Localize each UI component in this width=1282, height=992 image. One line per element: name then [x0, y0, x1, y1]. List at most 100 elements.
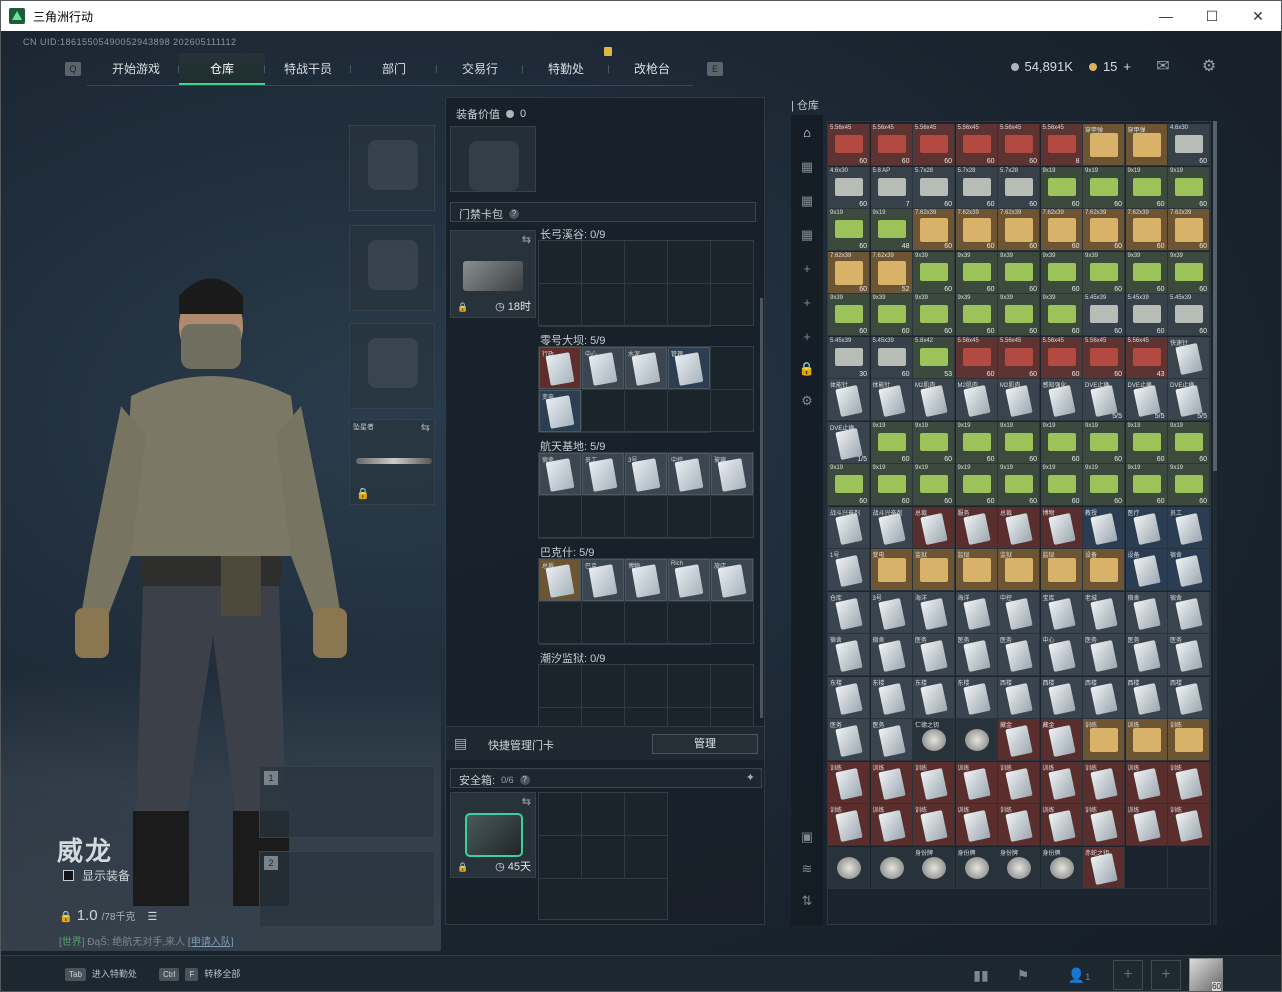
- swap-icon[interactable]: ⇆: [522, 233, 531, 246]
- stash-item[interactable]: 训练: [870, 804, 913, 846]
- category-icon-2[interactable]: ▦: [797, 191, 817, 211]
- stash-item[interactable]: 4.6x30 60: [1168, 124, 1210, 166]
- stash-item[interactable]: 中心: [1040, 634, 1083, 676]
- scrollbar[interactable]: [760, 298, 763, 718]
- grid-cell[interactable]: [668, 602, 711, 645]
- stash-item[interactable]: 教授: [1083, 506, 1125, 549]
- keycard-item[interactable]: 总裁: [539, 559, 581, 601]
- stash-item[interactable]: 身份牌: [1040, 846, 1083, 889]
- grid-cell[interactable]: [539, 836, 582, 879]
- grid-cell[interactable]: [539, 793, 582, 836]
- stash-item[interactable]: 9x19 48: [870, 209, 913, 251]
- stash-item[interactable]: 西楼: [1125, 676, 1168, 719]
- stash-item[interactable]: 训练: [1083, 761, 1125, 804]
- stash-item[interactable]: [955, 719, 998, 761]
- stash-item[interactable]: 监狱: [998, 549, 1040, 591]
- pistol-slot[interactable]: [349, 323, 435, 409]
- stash-item[interactable]: 训练: [998, 804, 1040, 846]
- grid-cell[interactable]: [625, 284, 668, 327]
- stash-item[interactable]: 7.62x39 60: [828, 251, 870, 294]
- keycard-item[interactable]: 3号: [625, 453, 667, 495]
- stash-item[interactable]: 宿舍: [870, 634, 913, 676]
- stash-item[interactable]: 9x39 60: [955, 294, 998, 336]
- stash-item[interactable]: 9x19 60: [1083, 421, 1125, 464]
- grid-cell[interactable]: [625, 665, 668, 708]
- stash-item[interactable]: 宿舍: [1125, 591, 1168, 634]
- helmet-slot[interactable]: [349, 125, 435, 211]
- stash-item[interactable]: 9x19 60: [828, 209, 870, 251]
- stash-item[interactable]: 5.7x28 60: [913, 166, 955, 209]
- stash-item[interactable]: 训练: [1083, 804, 1125, 846]
- sort-icon[interactable]: ⇅: [797, 891, 817, 911]
- lock-icon[interactable]: 🔒: [797, 359, 817, 379]
- stash-item[interactable]: 5.56x45 43: [1125, 336, 1168, 379]
- stash-item[interactable]: 医务: [828, 719, 870, 761]
- keycard-grid[interactable]: 总裁 巴克 博物 Rich 旅店: [538, 558, 754, 645]
- mail-icon[interactable]: ✉: [1153, 57, 1173, 77]
- stash-item[interactable]: 9x19 60: [1168, 464, 1210, 506]
- grid-cell[interactable]: [582, 390, 625, 433]
- add-icon[interactable]: +: [797, 259, 817, 279]
- stash-item[interactable]: 宝库: [1040, 591, 1083, 634]
- stash-item[interactable]: 5.56x45 60: [913, 124, 955, 166]
- stash-item[interactable]: 训练: [1125, 719, 1168, 761]
- grid-cell[interactable]: [582, 665, 625, 708]
- keycard-grid[interactable]: 宿舍 员工 3号 中控 玻璃: [538, 452, 754, 539]
- grid-cell[interactable]: [668, 241, 711, 284]
- grid-cell[interactable]: [711, 665, 754, 708]
- stash-item[interactable]: 训练: [1168, 761, 1210, 804]
- stash-item[interactable]: 5.45x39 30: [828, 336, 870, 379]
- keycard-grid[interactable]: 行政 中心 水泥 管理 变电: [538, 346, 754, 433]
- stash-item[interactable]: 7.62x39 60: [1083, 209, 1125, 251]
- nav-next-button[interactable]: E: [707, 62, 723, 76]
- stash-scrollbar[interactable]: [1213, 121, 1217, 925]
- stash-item[interactable]: 训练: [1040, 761, 1083, 804]
- primary-weapon-slot-2[interactable]: 2: [259, 851, 435, 927]
- stash-item[interactable]: 1号: [828, 549, 870, 591]
- help-icon[interactable]: ?: [519, 775, 530, 785]
- organize-icon[interactable]: ▣: [797, 827, 817, 847]
- checkbox[interactable]: [63, 870, 74, 881]
- stash-item[interactable]: 5.45x39 60: [870, 336, 913, 379]
- stash-item[interactable]: 仓库: [828, 591, 870, 634]
- stash-item[interactable]: DVE止痛 5/5: [1168, 379, 1210, 421]
- stash-item[interactable]: 9x19 60: [955, 421, 998, 464]
- stash-item[interactable]: DVE止痛 5/5: [1083, 379, 1125, 421]
- keycard-item[interactable]: 旅店: [711, 559, 753, 601]
- stash-item[interactable]: 宿舍: [828, 634, 870, 676]
- add-icon[interactable]: +: [797, 293, 817, 313]
- stash-item[interactable]: 训练: [1083, 719, 1125, 761]
- stash-item[interactable]: 设备: [1083, 549, 1125, 591]
- stash-item[interactable]: 医务: [1168, 634, 1210, 676]
- stash-item[interactable]: 总裁: [998, 506, 1040, 549]
- stash-item[interactable]: 训练: [998, 761, 1040, 804]
- keycard-item[interactable]: 员工: [582, 453, 624, 495]
- stash-item[interactable]: 身份牌: [998, 846, 1040, 889]
- stash-item[interactable]: 9x19 60: [998, 421, 1040, 464]
- stash-item[interactable]: 西楼: [998, 676, 1040, 719]
- stash-item[interactable]: 7.62x39 60: [913, 209, 955, 251]
- stash-item[interactable]: DVE止痛 5/5: [1125, 379, 1168, 421]
- grid-cell[interactable]: [582, 241, 625, 284]
- stash-item[interactable]: 医务: [998, 634, 1040, 676]
- add-icon[interactable]: +: [797, 327, 817, 347]
- stash-item[interactable]: 宿舍: [1168, 591, 1210, 634]
- stash-item[interactable]: 西楼: [1083, 676, 1125, 719]
- stash-item[interactable]: 5.7x28 60: [998, 166, 1040, 209]
- stash-item[interactable]: 9x19 60: [998, 464, 1040, 506]
- stash-item[interactable]: 训练: [913, 761, 955, 804]
- stash-item[interactable]: 7.62x39 60: [955, 209, 998, 251]
- grid-cell[interactable]: [625, 241, 668, 284]
- friends-icon[interactable]: 👤1: [1059, 962, 1099, 988]
- stash-item[interactable]: 训练: [913, 804, 955, 846]
- stash-item[interactable]: 9x19 60: [913, 421, 955, 464]
- stash-item[interactable]: 5.56x45 60: [828, 124, 870, 166]
- stash-item[interactable]: 训练: [828, 804, 870, 846]
- stash-item[interactable]: 5.8x42 53: [913, 336, 955, 379]
- stash-item[interactable]: 7.62x39 60: [1125, 209, 1168, 251]
- grid-cell[interactable]: [539, 602, 582, 645]
- stash-item[interactable]: 服务: [955, 506, 998, 549]
- stash-item[interactable]: 医务: [1125, 634, 1168, 676]
- grid-cell[interactable]: [539, 665, 582, 708]
- stash-item[interactable]: M2肌肉: [998, 379, 1040, 421]
